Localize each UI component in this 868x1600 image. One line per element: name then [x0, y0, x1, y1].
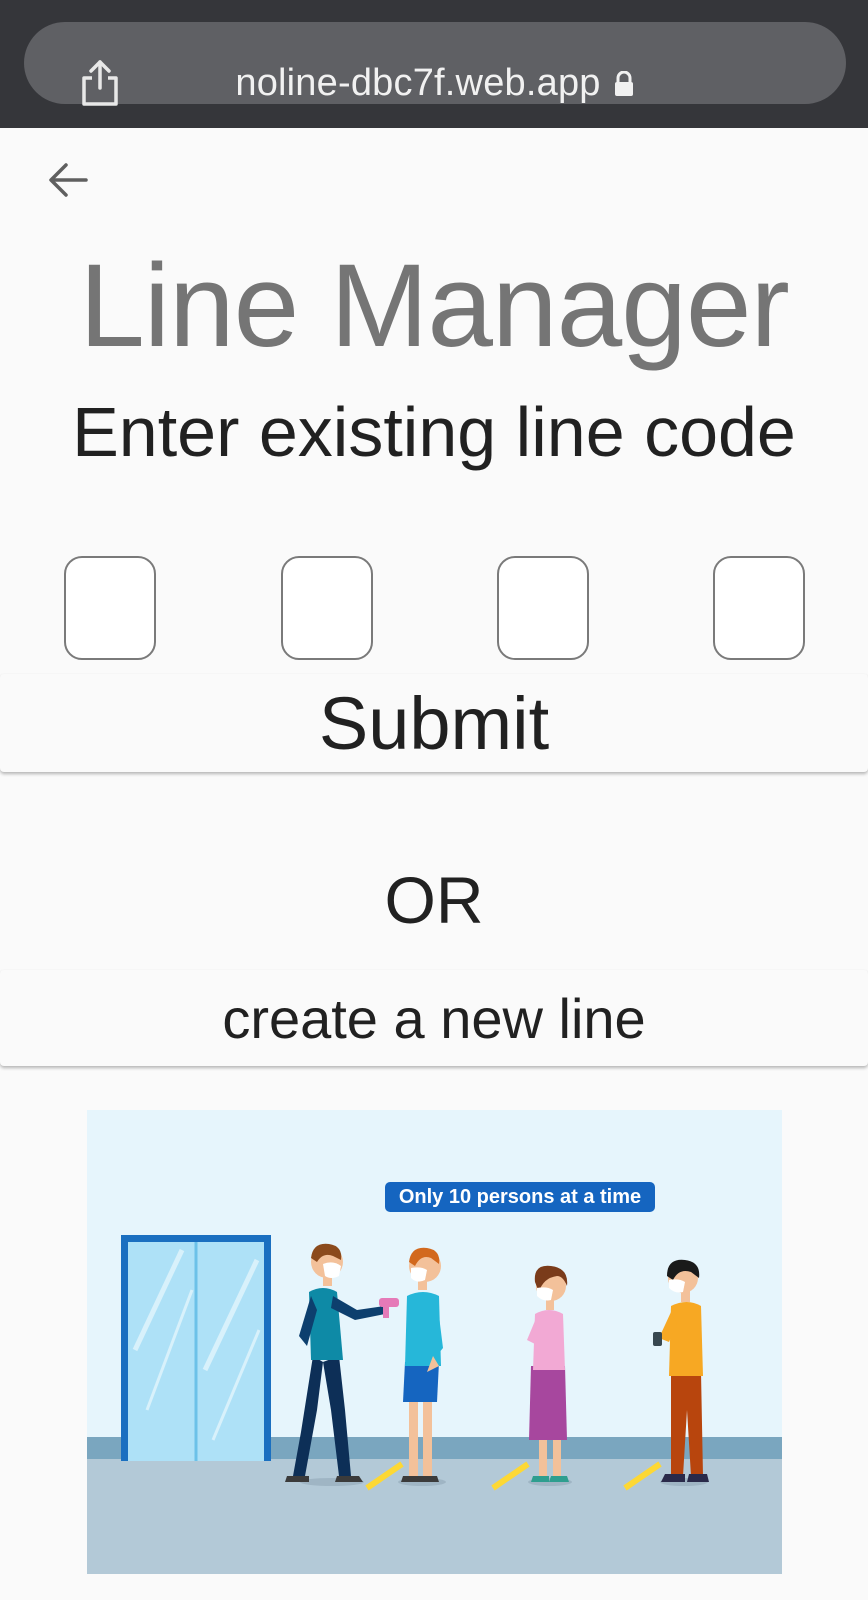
url-display[interactable]: noline-dbc7f.web.app [24, 62, 846, 105]
queue-illustration: Only 10 persons at a time [87, 1110, 782, 1574]
glass-door [121, 1235, 271, 1461]
code-prompt: Enter existing line code [72, 393, 796, 471]
capacity-banner: Only 10 persons at a time [385, 1182, 655, 1212]
code-digit-4-input[interactable] [713, 556, 805, 660]
address-bar[interactable]: noline-dbc7f.web.app [24, 22, 846, 106]
submit-button[interactable]: Submit [0, 674, 868, 772]
browser-toolbar: noline-dbc7f.web.app [0, 0, 868, 128]
url-text: noline-dbc7f.web.app [235, 62, 601, 104]
back-button[interactable] [40, 152, 96, 208]
code-digit-3-input[interactable] [497, 556, 589, 660]
create-new-line-button[interactable]: create a new line [0, 970, 868, 1066]
lock-icon [614, 70, 633, 96]
code-digit-2-input[interactable] [281, 556, 373, 660]
arrow-left-icon [49, 163, 88, 197]
page-title: Line Manager [79, 240, 790, 372]
banner-text: Only 10 persons at a time [399, 1186, 641, 1208]
or-divider-label: OR [384, 863, 484, 937]
code-digit-1-input[interactable] [64, 556, 156, 660]
